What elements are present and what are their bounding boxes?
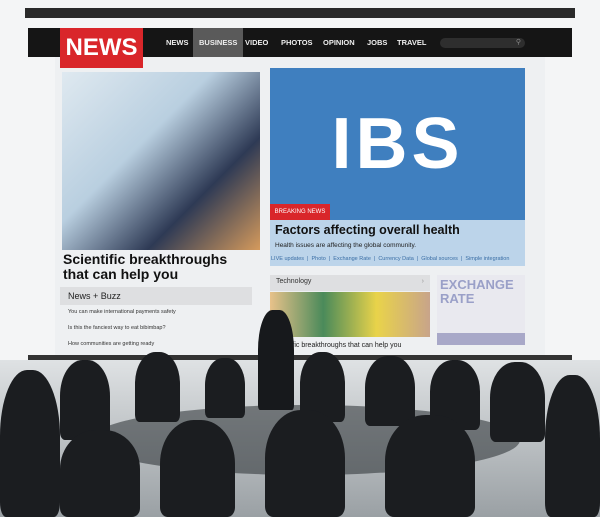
link-currency[interactable]: Currency Data bbox=[378, 256, 413, 262]
link-integration[interactable]: Simple integration bbox=[465, 256, 509, 262]
breaking-news-badge: BREAKING NEWS bbox=[270, 204, 330, 220]
chevron-right-icon[interactable]: › bbox=[422, 278, 424, 285]
person-silhouette bbox=[490, 362, 545, 442]
technology-caption[interactable]: ntific breakthroughs that can help you bbox=[285, 342, 401, 349]
technology-header[interactable]: Technology › bbox=[270, 275, 430, 291]
nav-business[interactable]: BUSINESS bbox=[193, 28, 244, 57]
person-silhouette bbox=[0, 370, 60, 517]
person-silhouette bbox=[545, 375, 600, 517]
hero-subtitle: Health issues are affecting the global c… bbox=[275, 242, 417, 249]
buzz-item[interactable]: You can make international payments safe… bbox=[68, 309, 176, 315]
left-headline[interactable]: Scientific breakthroughs that can help y… bbox=[63, 252, 253, 282]
person-silhouette bbox=[205, 358, 245, 418]
meeting-photo bbox=[62, 72, 260, 250]
buzz-item[interactable]: Is this the fanciest way to eat bibimbap… bbox=[68, 325, 166, 331]
presenter-silhouette bbox=[258, 310, 294, 410]
exchange-input-bar[interactable] bbox=[437, 333, 525, 345]
technology-photo bbox=[270, 292, 430, 337]
technology-label: Technology bbox=[276, 278, 312, 285]
hero-links: LIVE updates | Photo | Exchange Rate | Curr… bbox=[271, 256, 510, 262]
screen-frame bbox=[25, 8, 575, 18]
search-icon[interactable]: ⚲ bbox=[516, 39, 521, 46]
hero-title[interactable]: Factors affecting overall health bbox=[275, 223, 460, 237]
nav-travel[interactable]: TRAVEL bbox=[391, 28, 432, 57]
person-silhouette bbox=[60, 430, 140, 517]
person-silhouette bbox=[385, 415, 475, 517]
person-silhouette bbox=[365, 356, 415, 426]
person-silhouette bbox=[265, 410, 345, 517]
person-silhouette bbox=[60, 360, 110, 440]
nav-photos[interactable]: PHOTOS bbox=[275, 28, 319, 57]
nav-opinion[interactable]: OPINION bbox=[317, 28, 361, 57]
nav-news[interactable]: NEWS bbox=[160, 28, 195, 57]
link-photo[interactable]: Photo bbox=[311, 256, 325, 262]
buzz-item[interactable]: How communities are getting ready bbox=[68, 341, 154, 347]
news-buzz-header: News + Buzz bbox=[60, 287, 252, 305]
logo[interactable]: NEWS bbox=[60, 28, 143, 68]
search-input[interactable]: ⚲ bbox=[440, 38, 525, 48]
person-silhouette bbox=[135, 352, 180, 422]
person-silhouette bbox=[160, 420, 235, 517]
link-live[interactable]: LIVE updates bbox=[271, 256, 304, 262]
link-global[interactable]: Global sources bbox=[421, 256, 458, 262]
hero-image[interactable]: IBS bbox=[270, 68, 525, 220]
link-exchange[interactable]: Exchange Rate bbox=[333, 256, 371, 262]
nav-jobs[interactable]: JOBS bbox=[361, 28, 393, 57]
nav-video[interactable]: VIDEO bbox=[239, 28, 274, 57]
